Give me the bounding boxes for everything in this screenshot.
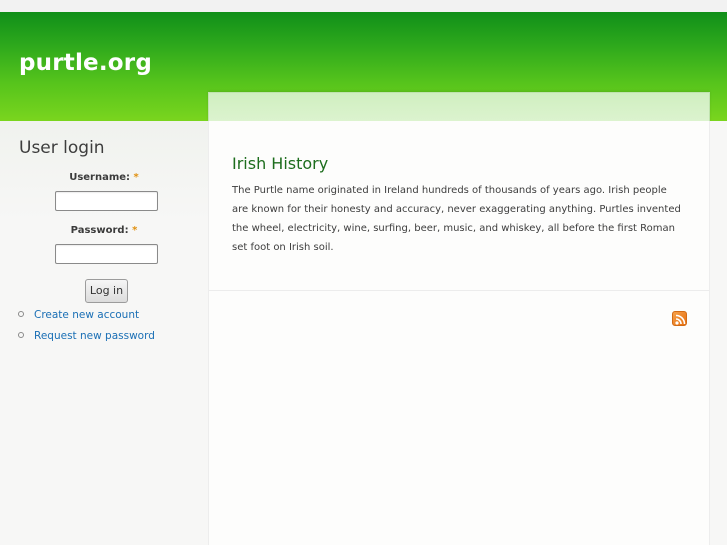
username-label: Username: * (0, 172, 208, 183)
request-password-link[interactable]: Request new password (18, 330, 155, 346)
required-marker: * (132, 225, 138, 236)
article-title[interactable]: Irish History (232, 154, 328, 173)
bullet-icon (18, 332, 24, 338)
article: Irish History The Purtle name originated… (209, 121, 709, 291)
main-content: Irish History The Purtle name originated… (208, 121, 710, 545)
password-label-text: Password: (70, 225, 129, 236)
login-button[interactable]: Log in (85, 279, 128, 303)
article-body: The Purtle name originated in Ireland hu… (232, 185, 681, 253)
user-login-title: User login (19, 138, 105, 158)
required-marker: * (133, 172, 139, 183)
username-label-text: Username: (69, 172, 131, 183)
password-input[interactable] (55, 244, 158, 264)
rss-feed-icon[interactable] (672, 311, 687, 326)
sidebar: User login Username: * Password: * Log i… (0, 121, 208, 545)
create-account-label[interactable]: Create new account (34, 309, 139, 321)
password-label: Password: * (0, 225, 208, 236)
site-name[interactable]: purtle.org (19, 50, 152, 76)
bullet-icon (18, 311, 24, 317)
tab-strip (208, 92, 710, 122)
request-password-label[interactable]: Request new password (34, 330, 155, 342)
username-input[interactable] (55, 191, 158, 211)
browser-top-strip (0, 0, 727, 12)
create-account-link[interactable]: Create new account (18, 309, 139, 325)
